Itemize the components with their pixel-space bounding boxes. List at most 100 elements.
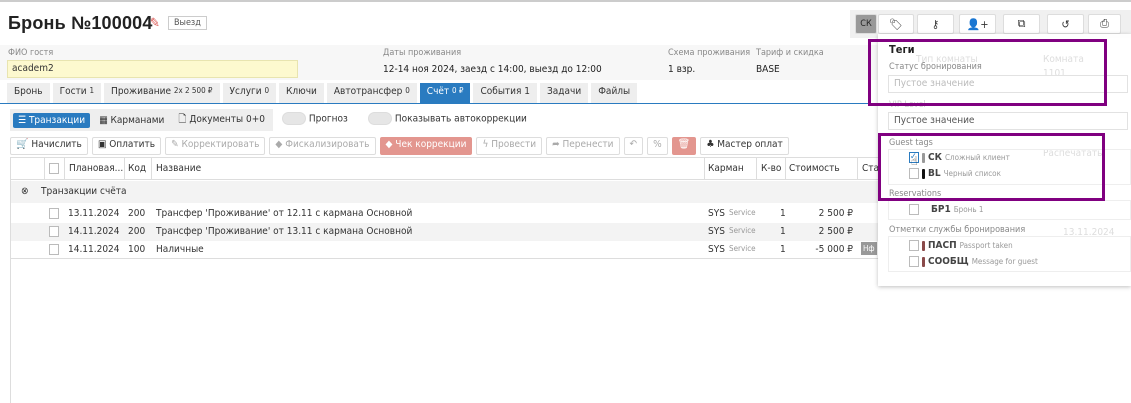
table-row[interactable]: 14.11.2024 100 Наличные SYS Service 1 -5… [11,241,879,259]
tab-files[interactable]: Файлы [591,83,638,103]
tab-booking[interactable]: Бронь [7,83,50,103]
tag-item[interactable]: БР1 Бронь 1 [909,204,983,215]
cell-cost: -5 000 ₽ [815,244,853,255]
tabs: Бронь Гости 1 Проживание 2x 2 500 ₽ Услу… [7,83,638,103]
subtab-pockets[interactable]: ▦ Карманами [94,113,169,128]
group-row[interactable]: ⊗ Транзакции счёта [11,181,879,203]
edit-pencil-icon[interactable]: ✎ [150,16,160,31]
column-name[interactable]: Название [156,163,201,174]
cell-qty: 1 [780,244,786,255]
column-date[interactable]: Плановая... [69,163,123,174]
tag-color [922,256,925,267]
cell-name: Наличные [156,244,204,255]
move-button[interactable]: ➦ Перенести [546,137,620,155]
cell-pocket: SYS [708,208,725,219]
tab-label: Автотрансфер [333,86,403,97]
column-cost[interactable]: Стоимость [789,163,840,174]
subtab-label: Документы 0+0 [189,113,265,125]
tab-services[interactable]: Услуги 0 [222,83,277,103]
payment-master-button[interactable]: ♣ Мастер оплат [700,137,789,155]
tab-autotransfer[interactable]: Автотрансфер 0 [326,83,417,103]
tab-stay[interactable]: Проживание 2x 2 500 ₽ [104,83,220,103]
tab-count: 2x 2 500 ₽ [173,86,213,95]
row-checkbox[interactable] [49,208,59,219]
correction-check-button[interactable]: ◆ Чек коррекции [379,137,473,155]
scheme-value: 1 взр. [668,64,696,75]
cell-pocket: SYS [708,244,725,255]
tab-count: 0 [264,86,270,95]
tag-code: СООБЩ [928,256,969,267]
key-icon[interactable]: ⚷ [917,14,954,34]
tag-checkbox[interactable] [909,256,919,267]
cell-date: 14.11.2024 [68,226,120,237]
print-icon[interactable]: ⎙ [1088,14,1121,34]
button-label: Корректировать [181,139,260,150]
add-user-icon[interactable]: 👤+ [959,14,996,34]
tag-color [922,240,925,251]
cell-cost: 2 500 ₽ [818,208,853,219]
subtab-documents[interactable]: 🗋 Документы 0+0 [173,110,270,131]
dates-label: Даты проживания [383,48,462,58]
toggle-switch[interactable] [282,112,306,125]
ck-tag-button[interactable]: СК [855,14,877,34]
row-checkbox[interactable] [49,244,59,255]
tab-count: 0 ₽ [452,86,464,95]
subtab-transactions[interactable]: ☰ Транзакции [13,112,91,128]
undo-icon[interactable]: ↶ [623,137,644,155]
forecast-toggle[interactable]: Прогноз [282,112,348,125]
column-qty[interactable]: К-во [761,163,781,174]
cell-code: 100 [128,244,146,255]
vip-level-input[interactable]: Пустое значение [888,112,1128,130]
row-checkbox[interactable] [49,226,59,237]
tab-tasks[interactable]: Задачи [540,83,589,103]
autocorrection-toggle[interactable]: Показывать автокоррекции [368,112,527,125]
subtab-label: Транзакции [28,114,86,126]
subtab-label: Карманами [110,114,165,126]
tag-checkbox[interactable] [909,240,919,251]
discount-button[interactable]: % [647,137,668,155]
tab-guests[interactable]: Гости 1 [52,83,102,103]
cell-qty: 1 [780,208,786,219]
tab-label: События 1 [480,86,530,97]
transactions-table: Плановая... Код Название Карман К-во Сто… [10,157,879,403]
table-row[interactable]: 13.11.2024 200 Трансфер 'Проживание' от … [11,205,879,223]
copy-icon[interactable]: ⧉ [1003,14,1040,34]
table-row[interactable]: 14.11.2024 200 Трансфер 'Проживание' от … [11,223,879,241]
fiscalize-button[interactable]: ◆ Фискализировать [269,137,376,155]
tag-checkbox[interactable] [909,204,919,215]
tab-account[interactable]: Счёт 0 ₽ [419,83,471,103]
table-header: Плановая... Код Название Карман К-во Сто… [11,158,879,180]
correct-button[interactable]: ✎ Корректировать [165,137,266,155]
post-button[interactable]: ϟ Провести [476,137,543,155]
actions-toolbar: 🛒 Начислить ▣ Оплатить ✎ Корректировать … [10,137,789,155]
tab-keys[interactable]: Ключи [279,83,324,103]
cell-pocket-sub: Service [729,244,756,253]
button-label: Чек коррекции [395,139,467,150]
cell-pocket-sub: Service [729,226,756,235]
history-icon[interactable]: ↺ [1047,14,1084,34]
delete-icon[interactable]: 🗑 [671,137,697,155]
cell-date: 13.11.2024 [68,208,120,219]
tab-count: 1 [89,86,95,95]
column-code[interactable]: Код [128,163,146,174]
status-badge: Выезд [168,16,207,30]
toggle-switch[interactable] [368,112,392,125]
select-all-checkbox[interactable] [49,163,59,174]
collapse-icon[interactable]: ⊗ [21,186,29,197]
button-label: Фискализировать [285,139,370,150]
cell-code: 200 [128,208,146,219]
tab-label: Ключи [286,86,317,97]
tab-label: Счёт [426,86,450,97]
tag-item[interactable]: СООБЩ Message for guest [909,256,1038,267]
column-status[interactable]: Ста [862,163,879,174]
status-badge: Нф [861,242,877,255]
tab-events[interactable]: События 1 [473,83,537,103]
tag-item[interactable]: ПАСП Passport taken [909,240,1013,251]
column-pocket[interactable]: Карман [708,163,744,174]
cell-code: 200 [128,226,146,237]
charge-button[interactable]: 🛒 Начислить [10,137,88,155]
guest-name-input[interactable]: academ2 [7,60,298,78]
pay-button[interactable]: ▣ Оплатить [91,137,162,155]
cell-cost: 2 500 ₽ [818,226,853,237]
tag-icon[interactable]: 🏷 [878,14,914,34]
